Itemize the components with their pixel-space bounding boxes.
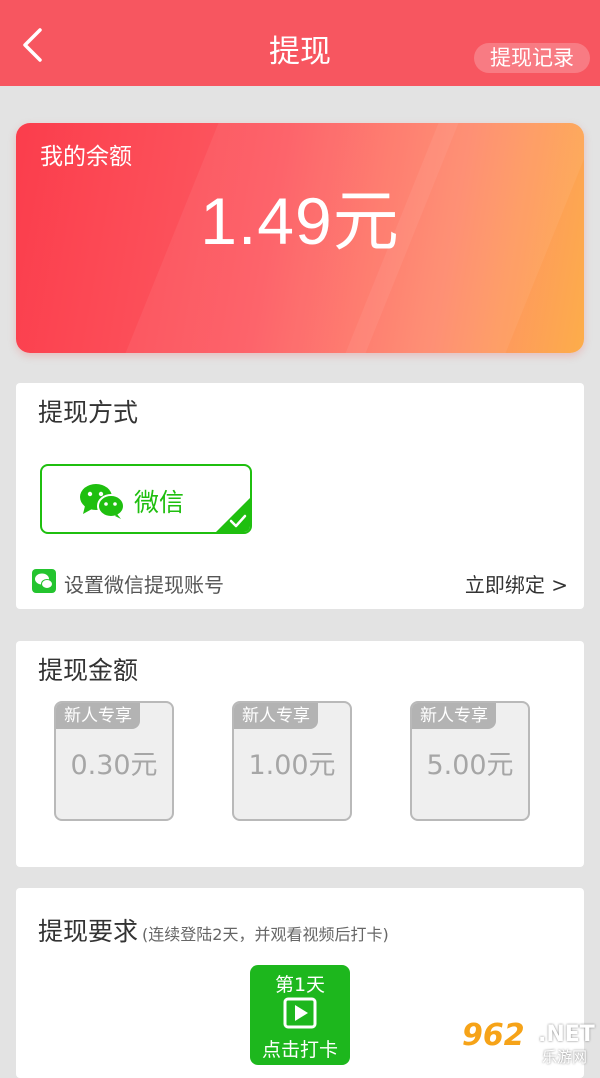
checkin-label: 点击打卡 bbox=[261, 1039, 338, 1061]
withdraw-record-button[interactable]: 提现记录 bbox=[474, 43, 590, 73]
amount-price: 0.30元 bbox=[70, 750, 158, 781]
amount-price: 1.00元 bbox=[248, 750, 336, 781]
wechat-small-icon bbox=[32, 569, 56, 593]
requirement-note: (连续登陆2天，并观看视频后打卡) bbox=[142, 925, 389, 944]
new-user-tag: 新人专享 bbox=[412, 703, 496, 729]
new-user-tag: 新人专享 bbox=[56, 703, 140, 729]
day-label: 第1天 bbox=[274, 974, 326, 996]
method-title: 提现方式 bbox=[38, 398, 139, 427]
balance-card: 我的余额 1.49元 bbox=[16, 123, 584, 353]
new-user-tag: 新人专享 bbox=[234, 703, 318, 729]
bind-wechat-text: 设置微信提现账号 bbox=[64, 573, 224, 597]
watermark-site: 乐游网 bbox=[542, 1048, 588, 1066]
bind-now-link[interactable]: 立即绑定 > bbox=[465, 569, 568, 598]
withdraw-method-card: 提现方式 微信 设置微信提现账号 立即绑定 > bbox=[16, 383, 584, 609]
wechat-label: 微信 bbox=[134, 488, 185, 517]
requirement-title-text: 提现要求 bbox=[38, 917, 139, 946]
amount-option[interactable]: 新人专享 5.00元 bbox=[410, 701, 530, 821]
site-watermark: 962 .NET 乐游网 bbox=[462, 1018, 598, 1066]
watermark-net: .NET bbox=[538, 1022, 595, 1047]
wechat-option[interactable]: 微信 bbox=[40, 464, 252, 534]
play-icon bbox=[283, 997, 317, 1029]
amount-option[interactable]: 新人专享 1.00元 bbox=[232, 701, 352, 821]
top-bar: 提现 提现记录 bbox=[0, 0, 600, 86]
watermark-number: 962 bbox=[462, 1018, 525, 1053]
amount-title: 提现金额 bbox=[38, 656, 139, 685]
balance-amount: 1.49元 bbox=[200, 184, 400, 258]
check-icon bbox=[229, 514, 247, 528]
balance-label: 我的余额 bbox=[40, 144, 132, 170]
checkin-day-button[interactable]: 第1天 点击打卡 bbox=[250, 965, 350, 1065]
requirement-title: 提现要求 (连续登陆2天，并观看视频后打卡) bbox=[38, 912, 389, 948]
bind-wechat-row[interactable]: 设置微信提现账号 立即绑定 > bbox=[32, 568, 568, 598]
withdraw-amount-card: 提现金额 新人专享 0.30元 新人专享 1.00元 新人专享 5.00元 bbox=[16, 641, 584, 867]
wechat-icon bbox=[80, 484, 125, 519]
amount-price: 5.00元 bbox=[426, 750, 514, 781]
amount-option[interactable]: 新人专享 0.30元 bbox=[54, 701, 174, 821]
